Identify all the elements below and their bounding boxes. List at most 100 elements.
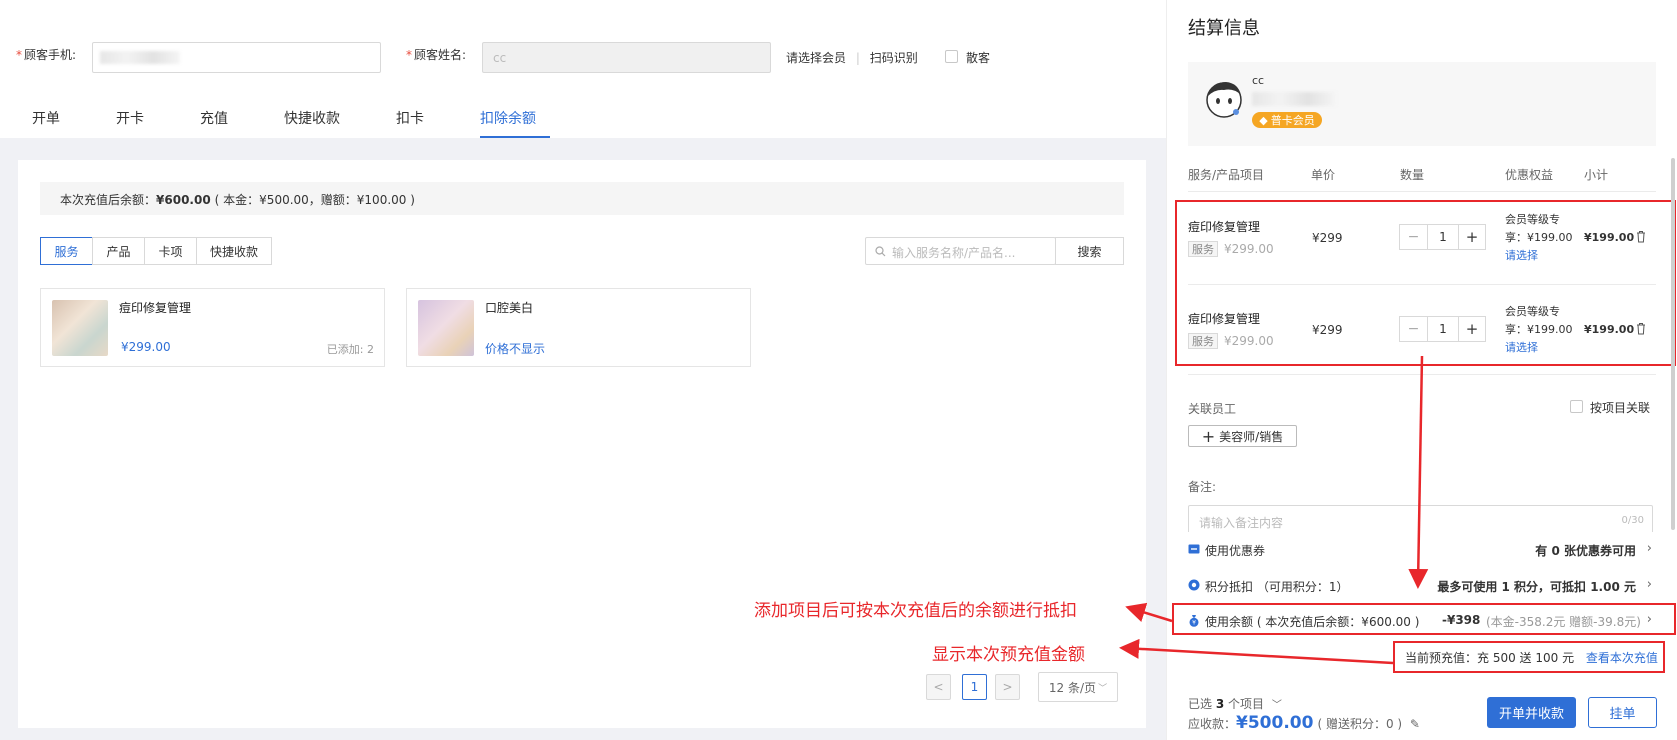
receivable-label: 应收款： [1188,717,1237,731]
chevron-right-icon: › [1646,541,1652,556]
staff-label: 关联员工 [1188,402,1237,416]
pager-next-button[interactable]: > [995,674,1020,700]
remark-label: 备注: [1188,480,1217,494]
checkout-title: 结算信息 [1188,18,1260,39]
product-price: ¥299.00 [121,340,171,354]
member-actions: 请选择会员 | 扫码识别 [786,51,918,65]
phone-label: * 顾客手机: [16,48,77,62]
product-added-count: 已添加: 2 [326,343,374,356]
coupon-value-post: 张优惠券可用 [1559,544,1636,558]
col-header-qty: 数量 [1400,168,1425,182]
member-card: cc ◆ 普卡会员 [1188,62,1656,146]
search-icon [875,246,886,257]
balance-bar-amount: ¥600.00 [156,193,211,207]
tab-recharge[interactable]: 充值 [200,108,228,128]
coupon-icon [1188,544,1200,554]
remark-input[interactable]: 请输入备注内容 0/30 [1188,505,1653,535]
points-icon [1188,579,1200,591]
member-phone-blurred [1252,92,1336,106]
walk-in-label: 散客 [966,51,991,65]
seg-quick-pay[interactable]: 快捷收款 [196,237,272,265]
walk-in-checkbox[interactable] [945,50,958,63]
divider [1188,374,1656,375]
tab-open-card[interactable]: 开卡 [116,108,144,128]
select-member-link[interactable]: 请选择会员 [786,51,846,65]
balance-bar-prefix: 本次充值后余额： [60,193,157,207]
selected-num: 3 [1215,697,1225,711]
scan-link[interactable]: 扫码识别 [870,51,918,65]
col-header-price: 单价 [1311,168,1336,182]
phone-label-text: 顾客手机: [24,48,77,62]
name-input[interactable]: cc [482,42,771,73]
annotation-prepaid: 显示本次预充值金额 [932,645,1085,665]
member-level-text: 普卡会员 [1270,114,1315,127]
prepaid-highlight-box [1393,641,1665,673]
coupon-row[interactable]: 使用优惠券 有 0 张优惠券可用 › [1188,541,1656,562]
receivable-note: ( 赠送积分：0 ) [1317,717,1403,731]
phone-blurred-value [100,51,180,64]
avatar [1206,82,1242,118]
col-header-benefit: 优惠权益 [1505,168,1554,182]
tab-deduct-balance[interactable]: 扣除余额 [480,108,536,128]
edit-icon[interactable]: ✎ [1410,717,1420,731]
receivable-amount: ¥500.00 [1236,713,1314,733]
selected-count[interactable]: 已选 3 个项目 ﹀ [1188,695,1282,712]
page-size-select[interactable]: 12 条/页 ﹀ [1038,672,1118,702]
search-button[interactable]: 搜索 [1055,237,1124,265]
points-row[interactable]: 积分抵扣 （可用积分：1） 最多可使用 1 积分，可抵扣 1.00 元 › [1188,577,1656,598]
receivable: 应收款：¥500.00( 赠送积分：0 ) ✎ [1188,713,1420,733]
balance-highlight-box [1172,603,1676,635]
pager-current-page[interactable]: 1 [962,674,987,700]
chevron-down-icon: ﹀ [1098,683,1108,694]
coupon-label: 使用优惠券 [1205,544,1266,558]
product-name: 口腔美白 [485,301,534,315]
coupon-value: 有 0 张优惠券可用 [1535,542,1636,559]
remark-char-count: 0/30 [1621,515,1644,526]
points-value: 最多可使用 1 积分，可抵扣 1.00 元 [1437,580,1636,594]
col-header-subtotal: 小计 [1584,168,1609,182]
name-label-text: 顾客姓名: [414,48,467,62]
product-thumbnail [418,300,474,356]
member-level-badge: ◆ 普卡会员 [1252,112,1322,128]
coupon-value-pre: 有 [1535,544,1552,558]
product-name: 痘印修复管理 [119,301,192,315]
tab-order[interactable]: 开单 [32,108,60,128]
divider [1188,191,1656,192]
product-card[interactable]: 口腔美白 价格不显示 [406,288,751,367]
name-value: cc [493,51,507,65]
search-placeholder: 输入服务名称/产品名... [892,246,1016,260]
balance-bar-detail: ( 本金：¥500.00，赠额：¥100.00 ) [214,193,415,207]
search-input[interactable]: 输入服务名称/产品名... [865,237,1056,265]
balance-bar: 本次充值后余额：¥600.00( 本金：¥500.00，赠额：¥100.00 ) [40,182,1124,215]
add-staff-label: 美容师/销售 [1219,429,1284,444]
items-highlight-box [1175,200,1676,366]
pay-button[interactable]: 开单并收款 [1487,697,1576,728]
selected-pre: 已选 [1188,697,1216,711]
tab-quick-pay[interactable]: 快捷收款 [284,108,340,128]
seg-service[interactable]: 服务 [40,237,93,265]
pager-prev-button[interactable]: < [926,674,951,700]
tab-deduct-card[interactable]: 扣卡 [396,108,424,128]
points-label: 积分抵扣 （可用积分：1） [1205,580,1349,594]
phone-input[interactable] [92,42,381,73]
seg-card[interactable]: 卡项 [144,237,197,265]
by-item-label: 按项目关联 [1590,401,1651,415]
product-thumbnail [52,300,108,356]
panel-scrollbar[interactable] [1671,158,1675,530]
product-card[interactable]: 痘印修复管理 ¥299.00 已添加: 2 [40,288,385,367]
coupon-count: 0 [1551,544,1560,558]
name-label: * 顾客姓名: [406,48,467,62]
hang-order-button[interactable]: 挂单 [1588,697,1657,728]
member-name: cc [1252,74,1265,87]
add-staff-button[interactable]: + 美容师/销售 [1188,425,1297,447]
remark-placeholder: 请输入备注内容 [1199,516,1284,530]
col-header-item: 服务/产品项目 [1188,168,1265,182]
seg-product[interactable]: 产品 [92,237,145,265]
product-price: 价格不显示 [485,342,546,356]
page-size-value: 12 条/页 [1048,680,1097,695]
plus-icon: + [1201,426,1216,446]
diamond-icon: ◆ [1259,113,1268,127]
chevron-down-icon: ﹀ [1271,700,1282,711]
selected-post: 个项目 [1224,697,1265,711]
by-item-checkbox[interactable] [1570,400,1583,413]
